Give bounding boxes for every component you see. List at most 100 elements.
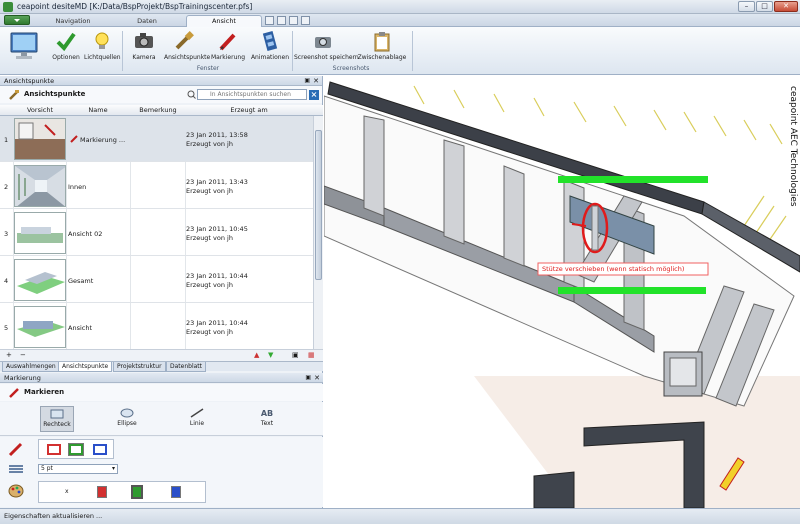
ribbon: Optionen Lichtquellen Kamera Ansichtspun…: [0, 27, 800, 75]
ansichtspunkte-heading: Ansichtspunkte: [24, 90, 86, 98]
color-swatches: [38, 439, 114, 459]
move-down-icon[interactable]: ▼: [268, 351, 273, 359]
animationen-button[interactable]: Animationen: [250, 30, 290, 61]
ansichtspunkte-panel-header: Ansichtspunkte ▣ ✕: [0, 76, 322, 86]
maximize-button[interactable]: □: [756, 1, 773, 12]
markup-annotation-text: Stütze verschieben (wenn statisch möglic…: [542, 265, 685, 273]
monitor-icon: [10, 32, 38, 59]
close-button[interactable]: ✕: [774, 1, 798, 12]
table-row[interactable]: 5 Ansicht 23 Jan 2011, 10:44 Erzeugt von …: [0, 304, 313, 349]
fill-green-option[interactable]: [131, 485, 143, 499]
linie-tool[interactable]: Linie: [180, 406, 214, 432]
fenster-group-label: Fenster: [196, 65, 220, 72]
table-row[interactable]: 4 Gesamt 23 Jan 2011, 10:44 Erzeugt von j…: [0, 257, 313, 303]
table-scrollbar[interactable]: [313, 116, 323, 349]
kamera-button[interactable]: Kamera: [126, 30, 162, 61]
rechteck-tool[interactable]: Rechteck: [40, 406, 74, 432]
scrollbar-thumb[interactable]: [315, 130, 322, 280]
clipboard-icon: [374, 32, 390, 52]
color-swatch-green[interactable]: [68, 443, 84, 456]
quick-access-layout-icon[interactable]: [289, 16, 298, 25]
no-fill-option[interactable]: x: [65, 488, 69, 495]
ansichtspunkte-button[interactable]: Ansichtspunkte: [164, 30, 210, 61]
ansichtspunkte-toolbar: Ansichtspunkte ×: [0, 86, 322, 103]
screenshot-speichern-button[interactable]: Screenshot speichern: [294, 30, 359, 61]
tab-projektstruktur[interactable]: Projektstruktur: [113, 362, 166, 372]
optionen-button[interactable]: Optionen: [48, 30, 84, 61]
zwischenablage-button[interactable]: Zwischenablage: [356, 30, 408, 61]
minimize-button[interactable]: –: [738, 1, 755, 12]
panel-close-icon[interactable]: ✕: [314, 373, 320, 383]
tab-ansichtspunkte[interactable]: Ansichtspunkte: [58, 362, 113, 372]
brand-watermark: ceapoint AEC Technologies: [788, 86, 798, 207]
tab-daten[interactable]: Daten: [112, 15, 182, 27]
text-icon: AB: [260, 408, 274, 418]
tab-datenblatt[interactable]: Datenblatt: [166, 362, 207, 372]
rectangle-icon: [50, 409, 64, 419]
text-tool[interactable]: AB Text: [250, 406, 284, 432]
markierung-toolbar: Markieren: [0, 384, 323, 401]
markup-tools: Rechteck Ellipse Linie AB Text: [0, 402, 323, 436]
palette-icon: [8, 484, 24, 498]
window-title: ceapoint desiteMD [K:/Data/BspProjekt/Bs…: [17, 2, 253, 11]
remove-icon[interactable]: −: [20, 351, 26, 359]
pin-icon[interactable]: ▣: [305, 373, 311, 383]
search-input[interactable]: [210, 90, 306, 99]
viewpoint-icon: [9, 90, 19, 100]
line-width-icon: [9, 465, 23, 473]
quick-access-split-icon[interactable]: [277, 16, 286, 25]
column-header-name[interactable]: Name: [66, 106, 130, 114]
viewpoint-camera-icon: [175, 31, 194, 50]
column-header-erzeugt-am[interactable]: Erzeugt am: [186, 106, 312, 114]
color-swatch-red[interactable]: [47, 444, 61, 455]
table-header: Vorsicht Name Bemerkung Erzeugt am: [0, 105, 323, 116]
quick-access-help-icon[interactable]: [301, 16, 310, 25]
search-box: [197, 89, 307, 100]
tab-ansicht[interactable]: Ansicht: [186, 15, 262, 27]
tab-auswahlmengen[interactable]: Auswahlmengen: [2, 362, 60, 372]
add-icon[interactable]: +: [6, 351, 12, 359]
color-swatch-blue[interactable]: [93, 444, 107, 455]
3d-viewport[interactable]: Stütze verschieben (wenn statisch möglic…: [324, 76, 800, 508]
viewpoint-thumbnail: [14, 259, 66, 301]
delete-icon[interactable]: ▦: [308, 351, 315, 359]
app-menu-button[interactable]: [4, 15, 30, 25]
screenshots-group-label: Screenshots: [332, 65, 370, 72]
markup-options: 5 pt x: [0, 437, 323, 507]
ribbon-tab-strip: Navigation Daten Ansicht: [0, 14, 800, 27]
lichtquellen-button[interactable]: Lichtquellen: [84, 30, 121, 61]
line-width-select[interactable]: 5 pt: [38, 464, 118, 474]
column-header-vorsicht[interactable]: Vorsicht: [14, 106, 66, 114]
table-row[interactable]: 1 Markierung ... 23 Jan 2011, 13:58 Erzeu…: [0, 116, 313, 162]
building-model: [324, 76, 800, 508]
ellipse-icon: [120, 408, 134, 418]
checkmark-icon: [56, 32, 76, 52]
export-icon[interactable]: ▣: [292, 351, 299, 359]
status-bar: Eigenschaften aktualisieren ...: [0, 508, 800, 524]
markierung-button[interactable]: Markierung: [208, 30, 248, 61]
quick-access-window-icon[interactable]: [265, 16, 274, 25]
move-up-icon[interactable]: ▲: [254, 351, 259, 359]
tab-navigation[interactable]: Navigation: [38, 15, 108, 27]
table-row[interactable]: 3 Ansicht 02 23 Jan 2011, 10:45 Erzeugt v…: [0, 210, 313, 256]
red-pen-icon: [9, 388, 19, 398]
fill-red-option[interactable]: [97, 486, 107, 498]
table-row[interactable]: 2 Innen 23 Jan 2011, 13:43 Erzeugt von jh: [0, 163, 313, 209]
viewpoint-thumbnail: [14, 165, 66, 207]
left-panel: Ansichtspunkte ▣ ✕ Ansichtspunkte × Vors…: [0, 76, 323, 508]
film-icon: [262, 31, 278, 51]
fill-blue-option[interactable]: [171, 486, 181, 498]
panel-close-icon[interactable]: ✕: [313, 76, 319, 86]
pin-icon[interactable]: ▣: [304, 76, 310, 86]
line-icon: [190, 408, 204, 418]
column-header-bemerkung[interactable]: Bemerkung: [130, 106, 186, 114]
fill-style-options: x: [38, 481, 206, 503]
markierung-panel-header: Markierung ▣ ✕: [0, 373, 323, 383]
pen-color-icon: [8, 442, 23, 457]
app-icon: [3, 2, 13, 12]
viewpoint-thumbnail: [14, 212, 66, 254]
ellipse-tool[interactable]: Ellipse: [110, 406, 144, 432]
camera-icon: [135, 33, 153, 48]
bottom-tabs: Auswahlmengen Ansichtspunkte Projektstru…: [0, 361, 323, 372]
clear-search-icon[interactable]: ×: [309, 90, 319, 100]
